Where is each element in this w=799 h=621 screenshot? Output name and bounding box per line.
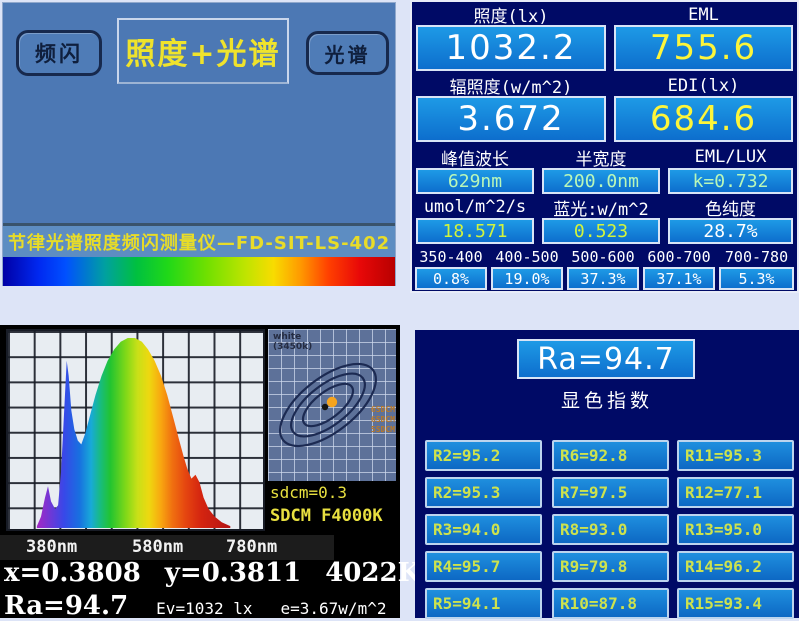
cri-cell: R11=95.3 — [677, 440, 794, 471]
axis-tick-580: 580nm — [132, 537, 183, 557]
eml-value: 755.6 — [614, 25, 793, 71]
flicker-mode-button[interactable]: 频闪 — [16, 30, 102, 76]
peak-wavelength-label: 峰值波长 — [416, 148, 534, 166]
sdcm-ring-label: 6SDCM — [371, 405, 395, 415]
device-title: 节律光谱照度频闪测量仪—FD-SIT-LS-402 — [3, 223, 395, 257]
half-width-label: 半宽度 — [542, 148, 660, 166]
irradiance-label: 辐照度(w/m^2) — [416, 76, 606, 95]
cri-cell: R4=95.7 — [425, 551, 542, 582]
illuminance-value: 1032.2 — [416, 25, 606, 71]
spectrum-screen: white (3450k) 6SDCM 6SDCM 5SDCM sdcm=0.3… — [0, 325, 400, 618]
sdcm-reference: SDCM F4000K — [270, 506, 383, 526]
cri-screen: Ra=94.7 显色指数 R2=95.2 R6=92.8 R11=95.3 R2… — [415, 330, 799, 618]
band-value: 0.8% — [415, 267, 487, 290]
band-value: 19.0% — [491, 267, 563, 290]
chromaticity-readout: x=0.3808 y=0.3811 4022K — [4, 558, 400, 588]
cri-cell: R12=77.1 — [677, 477, 794, 508]
sdcm-value: sdcm=0.3 — [270, 483, 347, 502]
edi-value: 684.6 — [614, 96, 793, 142]
band-value: 5.3% — [719, 267, 794, 290]
illuminance-spectrum-mode-button[interactable]: 照度+光谱 — [117, 18, 289, 84]
rainbow-spectrum-bar — [3, 257, 395, 286]
umol-label: umol/m^2/s — [416, 198, 534, 216]
color-purity-label: 色纯度 — [668, 198, 793, 216]
irradiance-value: 3.672 — [416, 96, 606, 142]
white-point-label: white (3450k) — [273, 332, 312, 352]
band-header: 350-400 — [415, 249, 487, 265]
band-value: 37.3% — [567, 267, 639, 290]
axis-tick-780: 780nm — [226, 537, 277, 557]
summary-readout: Ra=94.7 Ev=1032 lx e=3.67w/m^2 — [4, 591, 400, 621]
axis-tick-380: 380nm — [26, 537, 77, 557]
umol-value: 18.571 — [416, 218, 534, 244]
peak-wavelength-value: 629nm — [416, 168, 534, 194]
cri-cell: R8=93.0 — [552, 514, 669, 545]
cie-chromaticity-inset: white (3450k) 6SDCM 6SDCM 5SDCM — [268, 329, 396, 481]
cie-y-value: y=0.3811 — [165, 558, 301, 588]
band-header: 500-600 — [567, 249, 639, 265]
eml-lux-label: EML/LUX — [668, 148, 793, 166]
edi-label: EDI(lx) — [614, 76, 793, 95]
band-value: 37.1% — [643, 267, 715, 290]
half-width-value: 200.0nm — [542, 168, 660, 194]
cri-cell: R5=94.1 — [425, 588, 542, 619]
eml-label: EML — [614, 5, 793, 24]
reference-point-dot — [322, 404, 328, 410]
sdcm-ring-labels: 6SDCM 6SDCM 5SDCM — [371, 405, 395, 435]
sdcm-ring-label: 5SDCM — [371, 425, 395, 435]
cri-cell: R10=87.8 — [552, 588, 669, 619]
band-header: 600-700 — [643, 249, 715, 265]
wavelength-axis: 380nm 580nm 780nm — [0, 535, 334, 560]
cie-x-value: x=0.3808 — [4, 558, 141, 588]
blue-light-value: 0.523 — [542, 218, 660, 244]
ra-box: Ra=94.7 — [517, 339, 695, 379]
blue-light-label: 蓝光:w/m^2 — [542, 198, 660, 216]
cri-cell: R2=95.2 — [425, 440, 542, 471]
color-purity-value: 28.7% — [668, 218, 793, 244]
band-header: 700-780 — [719, 249, 794, 265]
cct-value: 4022K — [325, 558, 420, 588]
mode-select-screen: 频闪 照度+光谱 光谱 节律光谱照度频闪测量仪—FD-SIT-LS-402 — [2, 2, 396, 286]
cri-cell: R9=79.8 — [552, 551, 669, 582]
ra-value: Ra=94.7 — [4, 591, 128, 621]
measured-point-dot — [327, 397, 337, 407]
cri-cell: R3=94.0 — [425, 514, 542, 545]
cri-cell: R6=92.8 — [552, 440, 669, 471]
spectrum-curve — [8, 331, 263, 529]
cri-cell: R2=95.3 — [425, 477, 542, 508]
cri-subtitle: 显色指数 — [415, 386, 799, 413]
sdcm-ring-label: 6SDCM — [371, 415, 395, 425]
irradiance-e-value: e=3.67w/m^2 — [281, 599, 387, 618]
cri-cell: R15=93.4 — [677, 588, 794, 619]
illuminance-label: 照度(lx) — [416, 5, 606, 24]
spectrum-mode-button[interactable]: 光谱 — [306, 31, 389, 75]
eml-lux-value: k=0.732 — [668, 168, 793, 194]
measurement-screen: 照度(lx) EML 1032.2 755.6 辐照度(w/m^2) EDI(l… — [410, 0, 799, 293]
spectrum-chart — [6, 329, 265, 531]
ev-value: Ev=1032 lx — [156, 599, 252, 618]
cri-cell: R7=97.5 — [552, 477, 669, 508]
cri-cell: R13=95.0 — [677, 514, 794, 545]
cri-cell: R14=96.2 — [677, 551, 794, 582]
band-header: 400-500 — [491, 249, 563, 265]
